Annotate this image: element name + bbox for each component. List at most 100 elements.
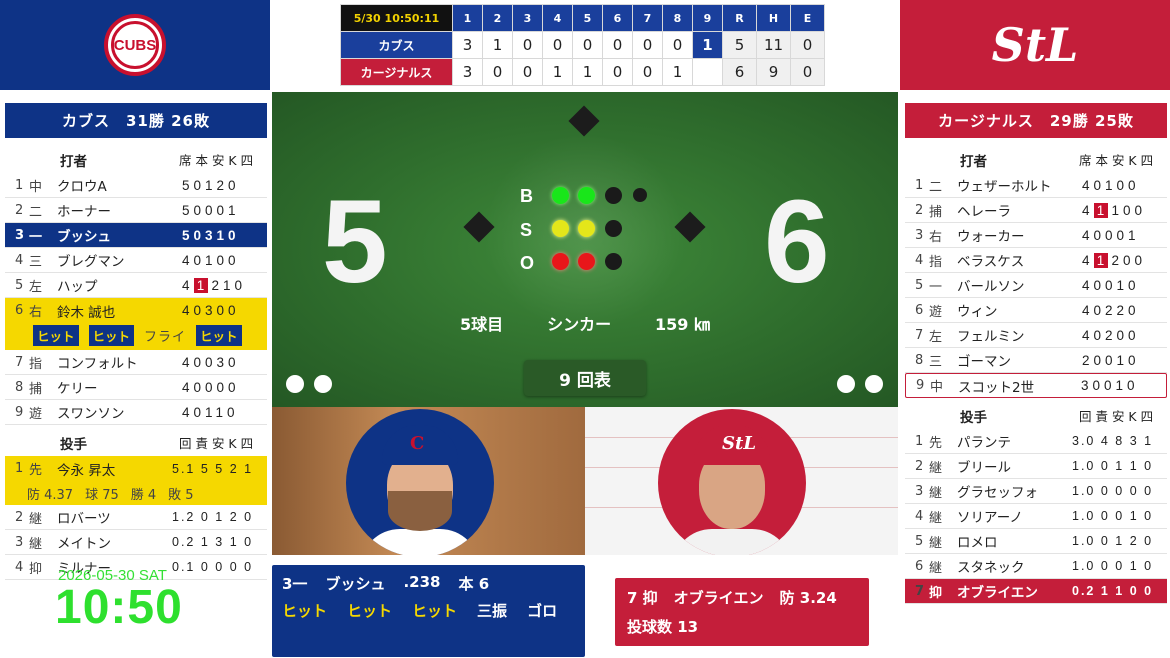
pitcher-row[interactable]: 6 継スタネック 1.0 0 0 1 0 <box>905 554 1167 579</box>
batter-header: 打者 <box>60 153 87 170</box>
inning-header: 2 <box>482 4 513 32</box>
inning-header: 3 <box>512 4 543 32</box>
batter-row[interactable]: 9 遊スワンソン 40110 <box>5 400 267 425</box>
pitcher-row[interactable]: 3 継メイトン 0.2 1 3 1 0 <box>5 530 267 555</box>
player-name: スワンソン <box>57 406 125 422</box>
batter-row[interactable]: 5 一バールソン 40010 <box>905 273 1167 298</box>
team-hits: 11 <box>756 31 791 59</box>
inning-indicator: 9 回表 <box>524 360 646 396</box>
pitcher-row[interactable]: 2 継ロバーツ 1.2 0 1 2 0 <box>5 505 267 530</box>
pitcher-order: 2 <box>15 509 24 525</box>
batter-row[interactable]: 3 右ウォーカー 40001 <box>905 223 1167 248</box>
batting-order: 7 <box>915 327 924 343</box>
player-name: ゴーマン <box>957 354 1011 370</box>
pitcher-role: 抑 <box>929 585 943 601</box>
ball-light-on <box>578 187 595 204</box>
batter-stats: 4 1 200 <box>1082 252 1167 268</box>
batter-row[interactable]: 2 二ホーナー 50001 <box>5 198 267 223</box>
player-name: バールソン <box>957 279 1025 295</box>
pitcher-role: 継 <box>29 536 43 552</box>
home-run-highlight: 1 <box>1093 202 1108 218</box>
batter-row[interactable]: 8 三ゴーマン 20010 <box>905 348 1167 373</box>
pitcher-stats: 1.0 0 1 1 0 <box>1072 459 1154 473</box>
batter-row[interactable]: 4 三ブレグマン 40100 <box>5 248 267 273</box>
inning-score: 0 <box>662 31 693 59</box>
hits-header: H <box>756 4 791 32</box>
strike-light-on <box>578 220 595 237</box>
pitcher-pitch-count: 投球数 13 <box>627 618 699 636</box>
player-name: パランテ <box>957 435 1011 451</box>
batter-row[interactable]: 2 捕ヘレーラ 4 1 100 <box>905 198 1167 223</box>
away-score: 5 <box>322 176 388 308</box>
pitcher-photo-panel: StL <box>585 407 898 555</box>
pitcher-stats: 0.1 0 0 0 0 <box>172 560 254 574</box>
pitcher-role: 先 <box>29 463 43 478</box>
current-pitcher-row[interactable]: 7 抑オブライエン 0.2 1 1 0 0 <box>905 579 1167 604</box>
pitcher-row[interactable]: 1 先パランテ 3.0 4 8 3 1 <box>905 429 1167 454</box>
player-name: ホーナー <box>57 204 111 220</box>
batter-average: .238 <box>403 573 441 591</box>
batter-stats: 40001 <box>1082 227 1140 243</box>
inning-score: 0 <box>512 58 543 86</box>
inning-header: 4 <box>542 4 573 32</box>
inning-score: 1 <box>482 31 513 59</box>
home-run-highlight: 1 <box>1093 252 1108 268</box>
batter-stats: 4 1 210 <box>182 277 267 293</box>
inning-score: 0 <box>632 31 663 59</box>
batter-stats: 50310 <box>182 227 240 243</box>
batting-order: 1 <box>15 177 24 193</box>
batter-stats: 4 1 100 <box>1082 202 1167 218</box>
batter-row[interactable]: 6 遊ウィン 40220 <box>905 298 1167 323</box>
pitcher-order: 1 <box>915 433 924 449</box>
batting-order: 4 <box>15 252 24 268</box>
pitcher-row[interactable]: 2 継ブリール 1.0 0 1 1 0 <box>905 454 1167 479</box>
line-score-row-cardinals: カージナルス 3 0 0 1 1 0 0 1 6 9 0 <box>340 58 825 86</box>
team-hits: 9 <box>756 58 791 86</box>
batter-stats: 50001 <box>182 202 240 218</box>
batter-stats: 40110 <box>182 404 239 420</box>
on-deck-batter-row[interactable]: 9 中スコット2世 30010 <box>905 373 1167 398</box>
batting-order: 3 <box>15 227 25 243</box>
highlighted-pitcher-row[interactable]: 1 先今永 昇太 5.1 5 5 2 1 <box>5 456 267 481</box>
cubs-lineup: 打者 席 本 安 K 四 1 中クロウA 50120 2 二ホーナー 50001 3一ブ… <box>5 146 267 580</box>
pitcher-row[interactable]: 5 継ロメロ 1.0 0 1 2 0 <box>905 529 1167 554</box>
batter-row[interactable]: 1 二ウェザーホルト 40100 <box>905 173 1167 198</box>
batter-row[interactable]: 5 左ハップ 4 1 210 <box>5 273 267 298</box>
line-score-team-name: カブス <box>340 31 453 59</box>
position: 二 <box>929 179 943 195</box>
highlighted-batter-row[interactable]: 6 右鈴木 誠也 40300 <box>5 298 267 323</box>
player-name: ウィン <box>957 304 998 320</box>
inning-score <box>692 58 723 86</box>
batter-stats: 40100 <box>182 252 240 268</box>
batter-stats: 30010 <box>1081 378 1139 393</box>
position: 指 <box>929 254 943 270</box>
batter-row[interactable]: 1 中クロウA 50120 <box>5 173 267 198</box>
batting-order: 2 <box>915 202 924 218</box>
inning-score: 3 <box>452 31 483 59</box>
batter-row[interactable]: 4 指ベラスケス 4 1 200 <box>905 248 1167 273</box>
beard-shape <box>388 491 452 531</box>
result-chip: ヒット <box>33 325 79 346</box>
strikes-label: S <box>520 220 533 240</box>
batting-order: 2 <box>15 202 24 218</box>
pitcher-stats: 0.2 1 3 1 0 <box>172 535 254 549</box>
cardinals-cap-icon: StL <box>694 425 770 465</box>
pitcher-row[interactable]: 3 継グラセッフォ 1.0 0 0 0 0 <box>905 479 1167 504</box>
current-batter-row[interactable]: 3 一ブッシュ 50310 <box>5 223 267 248</box>
pitcher-season-stats: 防 4.37 球 75 勝 4 敗 5 <box>5 481 267 505</box>
pitcher-header: 投手 <box>960 409 987 426</box>
field-display: 5 6 B S O 5球目 シンカー 159 ㎞ 9 回表 <box>272 92 898 407</box>
season-era: 防 4.37 <box>27 487 74 503</box>
inning-score: 0 <box>542 31 573 59</box>
position: 三 <box>29 254 43 270</box>
batter-results: ヒット ヒット ヒット 三振 ゴロ <box>282 600 575 621</box>
batter-row[interactable]: 8 捕ケリー 40000 <box>5 375 267 400</box>
inning-score-current: 1 <box>692 31 723 59</box>
batter-row[interactable]: 7 指コンフォルト 40030 <box>5 350 267 375</box>
batter-home-runs: 本 6 <box>458 575 490 593</box>
pitcher-row[interactable]: 4 継ソリアーノ 1.0 0 0 1 0 <box>905 504 1167 529</box>
stat-rest: 210 <box>211 277 247 293</box>
batter-summary: 3一 ブッシュ .238 本 6 <box>282 573 575 594</box>
batter-row[interactable]: 7 左フェルミン 40200 <box>905 323 1167 348</box>
runs-header: R <box>722 4 757 32</box>
